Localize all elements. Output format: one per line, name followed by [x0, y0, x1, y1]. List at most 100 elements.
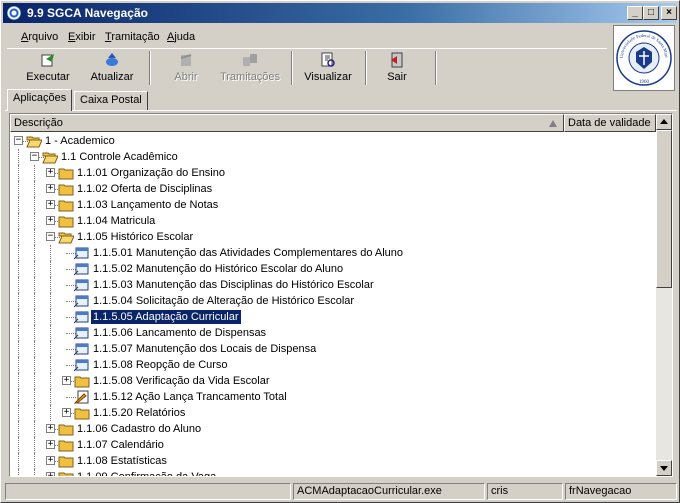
tree-connector [34, 277, 35, 293]
collapse-icon[interactable]: − [30, 152, 39, 161]
tree-node[interactable]: +1.1.5.08 Verificação da Vida Escolar [10, 373, 656, 389]
column-header-descricao[interactable]: Descrição [10, 114, 564, 132]
tree-connector [18, 341, 19, 357]
tree-connector [18, 245, 19, 261]
expand-icon[interactable]: + [62, 376, 71, 385]
exit-icon [391, 52, 403, 68]
tree-node-label: 1.1.04 Matricula [77, 215, 156, 227]
tab-aplicacoes[interactable]: Aplicações [7, 89, 73, 111]
expand-icon[interactable]: + [46, 424, 55, 433]
expand-icon[interactable]: + [46, 200, 55, 209]
column-validade-label: Data de validade [568, 117, 651, 129]
tree-connector [18, 421, 19, 437]
maximize-button[interactable]: □ [643, 6, 659, 20]
column-header-validade[interactable]: Data de validade [564, 114, 656, 132]
tree-node[interactable]: 1.1.5.03 Manutenção das Disciplinas do H… [10, 277, 656, 293]
tree-node[interactable]: 1.1.5.08 Reopção de Curso [10, 357, 656, 373]
arrow-up-icon [660, 119, 668, 124]
scroll-thumb[interactable] [656, 130, 672, 288]
tree-connector [18, 165, 19, 181]
tree-node[interactable]: 1.1.5.01 Manutenção das Atividades Compl… [10, 245, 656, 261]
tree-connector [34, 389, 35, 405]
atualizar-button[interactable]: Atualizar [77, 51, 147, 87]
abrir-button[interactable]: Abrir [151, 51, 221, 87]
tree-connector [34, 229, 35, 245]
tree-connector [34, 405, 35, 421]
collapse-icon[interactable]: − [46, 232, 55, 241]
tree-connector [34, 469, 35, 476]
document-icon [74, 263, 89, 276]
tree-node[interactable]: − 1.1.05 Histórico Escolar [10, 229, 656, 245]
tree-node[interactable]: 1.1.5.02 Manutenção do Histórico Escolar… [10, 261, 656, 277]
close-button[interactable]: × [661, 6, 677, 20]
university-seal-icon: Universidade Federal de Santa Maria 1960 [615, 28, 672, 86]
tree-node[interactable]: − 1.1 Controle Acadêmico [10, 149, 656, 165]
tree-node-label: 1.1.5.04 Solicitação de Alteração de His… [93, 295, 355, 307]
tramitacoes-button[interactable]: Tramitações [215, 51, 285, 87]
tab-panel-border [5, 110, 677, 111]
tree-connector [18, 309, 19, 325]
tree-node[interactable]: +1.1.03 Lançamento de Notas [10, 197, 656, 213]
expand-icon[interactable]: + [46, 216, 55, 225]
document-icon [74, 295, 89, 308]
tree-connector [50, 373, 51, 389]
tree-connector [50, 389, 51, 405]
vertical-scrollbar[interactable] [656, 114, 672, 476]
expand-icon[interactable]: + [46, 168, 55, 177]
scroll-down-button[interactable] [656, 460, 672, 476]
tree-node[interactable]: 1.1.5.07 Manutenção dos Locais de Dispen… [10, 341, 656, 357]
tree-node[interactable]: 1.1.5.05 Adaptação Curricular [10, 309, 656, 325]
status-panel-program: ACMAdaptacaoCurricular.exe [293, 483, 485, 500]
tree-node[interactable]: 1.1.5.12 Ação Lança Trancamento Total [10, 389, 656, 405]
tree-node[interactable]: +1.1.01 Organização do Ensino [10, 165, 656, 181]
tree-connector [34, 181, 35, 197]
menu-exibir[interactable]: Exibir [68, 31, 96, 43]
minimize-button[interactable]: _ [627, 6, 643, 20]
expand-icon[interactable]: + [46, 472, 55, 476]
tree-connector [34, 261, 35, 277]
document-icon [74, 343, 89, 356]
menu-arquivo[interactable]: Arquivo [21, 31, 58, 43]
tree-node-label: 1.1.5.12 Ação Lança Trancamento Total [93, 391, 287, 403]
tree-node[interactable]: +1.1.07 Calendário [10, 437, 656, 453]
folder-open-icon [58, 232, 74, 244]
expand-icon[interactable]: + [46, 456, 55, 465]
title-bar[interactable]: 9.9 SGCA Navegação _ □ × [3, 3, 677, 23]
tree-connector [18, 181, 19, 197]
menu-tramitacao[interactable]: Tramitação [105, 31, 160, 43]
scroll-up-button[interactable] [656, 114, 672, 130]
visualizar-button[interactable]: Visualizar [293, 51, 363, 87]
expand-icon[interactable]: + [46, 440, 55, 449]
tree-node-label: 1.1.08 Estatísticas [77, 455, 167, 467]
folder-icon [58, 184, 74, 196]
tree-connector [34, 293, 35, 309]
tab-caixa-postal[interactable]: Caixa Postal [74, 91, 148, 110]
tree-node[interactable]: +1.1.5.20 Relatórios [10, 405, 656, 421]
tree-node-label: 1.1.5.05 Adaptação Curricular [90, 309, 242, 325]
tree-node-label: 1.1.5.08 Reopção de Curso [93, 359, 228, 371]
tree-node[interactable]: − 1 - Academico [10, 133, 656, 149]
expand-icon[interactable]: + [62, 408, 71, 417]
tree-connector [18, 293, 19, 309]
app-icon[interactable] [7, 6, 21, 20]
tree-node[interactable]: +1.1.04 Matricula [10, 213, 656, 229]
tree-node[interactable]: +1.1.08 Estatísticas [10, 453, 656, 469]
document-icon [74, 247, 89, 260]
tree-connector [18, 405, 19, 421]
tree-node[interactable]: +1.1.09 Confirmação da Vaga [10, 469, 656, 476]
atualizar-label: Atualizar [90, 71, 134, 83]
tree-node[interactable]: 1.1.5.06 Lancamento de Dispensas [10, 325, 656, 341]
tree-node-label: 1.1.5.20 Relatórios [93, 407, 186, 419]
executar-button[interactable]: Executar [13, 51, 83, 87]
tree-node[interactable]: +1.1.06 Cadastro do Aluno [10, 421, 656, 437]
tree-node[interactable]: 1.1.5.04 Solicitação de Alteração de His… [10, 293, 656, 309]
menu-ajuda[interactable]: Ajuda [167, 31, 195, 43]
tree-connector [18, 229, 19, 245]
expand-icon[interactable]: + [46, 184, 55, 193]
visualizar-label: Visualizar [304, 71, 352, 83]
tree-connector [18, 197, 19, 213]
tree-node[interactable]: +1.1.02 Oferta de Disciplinas [10, 181, 656, 197]
execute-icon [41, 54, 54, 67]
sair-button[interactable]: Sair [362, 51, 432, 87]
collapse-icon[interactable]: − [14, 136, 23, 145]
